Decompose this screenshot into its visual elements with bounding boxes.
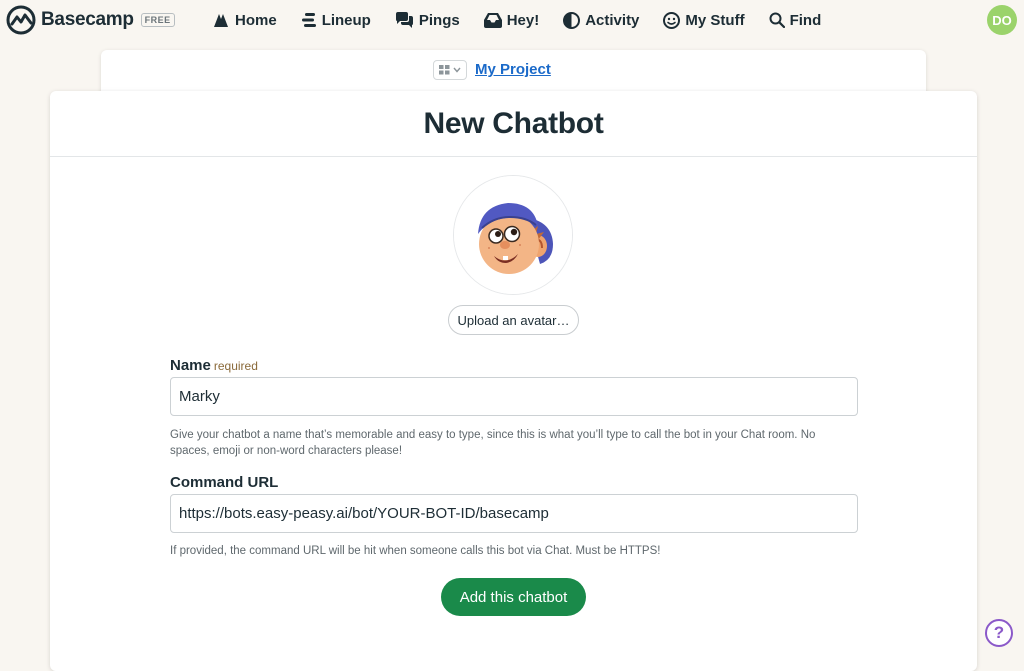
new-chatbot-card: New Chatbot Upload an avatar… Name requi… [50,91,977,671]
basecamp-logo-icon [6,5,36,35]
name-input[interactable] [170,377,858,416]
nav-activity-label: Activity [585,11,640,29]
search-icon [769,12,785,28]
command-url-field-label: Command URL [170,474,279,491]
nav-home[interactable]: Home [212,12,277,29]
add-chatbot-button[interactable]: Add this chatbot [441,578,586,616]
chatbot-avatar [453,175,573,295]
card-header: New Chatbot [50,91,977,157]
page-title: New Chatbot [423,106,604,140]
pings-icon [395,12,413,28]
activity-icon [563,11,581,29]
command-url-hint: If provided, the command URL will be hit… [170,545,661,557]
nav-lineup[interactable]: Lineup [301,12,371,29]
lineup-icon [301,13,316,27]
nav-hey[interactable]: Hey! [483,11,540,29]
nav-find[interactable]: Find [769,11,822,29]
nav-my-stuff-label: My Stuff [685,11,745,29]
nav-pings-label: Pings [418,11,460,29]
upload-avatar-button[interactable]: Upload an avatar… [448,305,579,335]
basecamp-logo[interactable]: Basecamp FREE [6,5,175,35]
top-nav-bar: Basecamp FREE Home Lineup Pings Hey! Act… [0,0,1024,40]
help-button[interactable]: ? [985,619,1013,647]
user-avatar[interactable]: DO [987,5,1017,35]
nav-my-stuff[interactable]: My Stuff [663,11,745,29]
project-link[interactable]: My Project [475,61,551,78]
nav-lineup-label: Lineup [321,11,371,29]
chevron-down-icon [453,67,461,73]
nav-pings[interactable]: Pings [395,12,460,29]
nav-home-label: Home [235,11,277,29]
nav-activity[interactable]: Activity [563,11,640,29]
name-hint: Give your chatbot a name that’s memorabl… [170,429,816,457]
home-icon [214,14,228,27]
command-url-input[interactable] [170,494,858,533]
nav-find-label: Find [789,11,822,29]
name-field-label: Name required [170,357,258,374]
grid-icon [439,65,450,75]
my-stuff-icon [663,11,681,29]
cartoon-bot-avatar-image [454,176,572,294]
nav-hey-label: Hey! [506,11,540,29]
project-switcher-button[interactable] [433,60,467,80]
name-label-text: Name [170,357,211,374]
plan-badge: FREE [140,13,175,27]
brand-name: Basecamp [41,9,134,30]
main-nav: Home Lineup Pings Hey! Activity My Stuff… [212,0,821,40]
required-tag: required [213,359,258,373]
hey-icon [483,12,502,28]
